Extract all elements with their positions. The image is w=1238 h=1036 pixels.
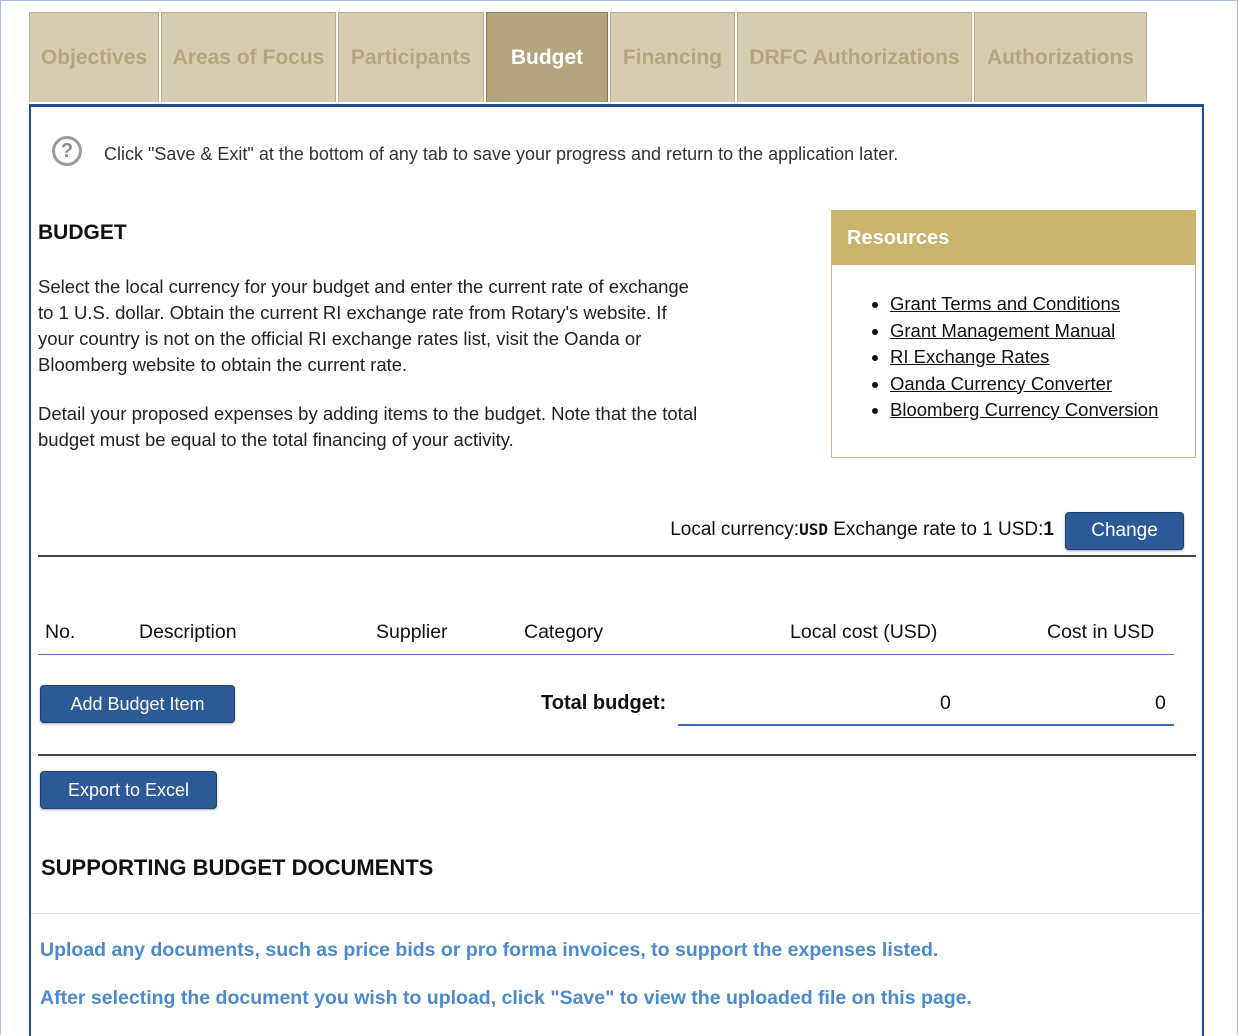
bloomberg-conversion-link[interactable]: Bloomberg Currency Conversion bbox=[890, 399, 1158, 420]
divider bbox=[38, 555, 1196, 557]
total-local-cost: 0 bbox=[940, 692, 951, 714]
divider bbox=[31, 913, 1201, 914]
total-underline bbox=[678, 724, 1174, 726]
tab-financing[interactable]: Financing bbox=[610, 12, 735, 102]
resources-list-item: RI Exchange Rates bbox=[890, 344, 1195, 371]
save-instructions: After selecting the document you wish to… bbox=[40, 987, 972, 1009]
tab-drfc-authorizations[interactable]: DRFC Authorizations bbox=[737, 12, 972, 102]
exchange-rate-label: Exchange rate to 1 USD: bbox=[827, 519, 1044, 540]
tab-areas-of-focus[interactable]: Areas of Focus bbox=[161, 12, 336, 102]
tab-participants[interactable]: Participants bbox=[338, 12, 484, 102]
total-cost-usd: 0 bbox=[1155, 692, 1166, 714]
total-budget-label: Total budget: bbox=[541, 692, 667, 714]
budget-instructions-line: your country is not on the official RI e… bbox=[38, 328, 642, 349]
oanda-converter-link[interactable]: Oanda Currency Converter bbox=[890, 373, 1112, 394]
question-circle-icon[interactable]: ? bbox=[52, 136, 82, 166]
budget-instructions-line: Bloomberg website to obtain the current … bbox=[38, 354, 408, 375]
tab-objectives[interactable]: Objectives bbox=[29, 12, 159, 102]
table-header-rule bbox=[38, 654, 1174, 655]
budget-expenses-note: Detail your proposed expenses by adding … bbox=[38, 401, 818, 453]
grant-terms-link[interactable]: Grant Terms and Conditions bbox=[890, 293, 1120, 314]
add-budget-item-button[interactable]: Add Budget Item bbox=[40, 685, 235, 723]
column-header-supplier: Supplier bbox=[376, 621, 448, 643]
exchange-rate-value: 1 bbox=[1043, 519, 1054, 540]
tab-bar: Objectives Areas of Focus Participants B… bbox=[29, 12, 1149, 104]
export-to-excel-button[interactable]: Export to Excel bbox=[40, 771, 217, 809]
ri-exchange-rates-link[interactable]: RI Exchange Rates bbox=[890, 346, 1049, 367]
budget-instructions-line: Select the local currency for your budge… bbox=[38, 276, 689, 297]
budget-heading: BUDGET bbox=[38, 221, 127, 244]
resources-title: Resources bbox=[832, 211, 1195, 265]
column-header-cost-usd: Cost in USD bbox=[1047, 621, 1155, 643]
divider bbox=[38, 754, 1196, 756]
tab-authorizations[interactable]: Authorizations bbox=[974, 12, 1147, 102]
change-currency-button[interactable]: Change bbox=[1065, 512, 1184, 550]
budget-instructions-line: to 1 U.S. dollar. Obtain the current RI … bbox=[38, 302, 667, 323]
local-currency-value: USD bbox=[799, 520, 828, 539]
tab-budget[interactable]: Budget bbox=[486, 12, 608, 102]
resources-list-item: Grant Management Manual bbox=[890, 318, 1195, 345]
column-header-local-cost: Local cost (USD) bbox=[790, 621, 938, 643]
resources-list-item: Grant Terms and Conditions bbox=[890, 291, 1195, 318]
resources-list-item: Oanda Currency Converter bbox=[890, 371, 1195, 398]
column-header-no: No. bbox=[45, 621, 76, 643]
local-currency-label: Local currency: bbox=[670, 519, 800, 540]
budget-expenses-line: Detail your proposed expenses by adding … bbox=[38, 403, 698, 424]
resources-list: Grant Terms and Conditions Grant Managem… bbox=[832, 291, 1195, 424]
currency-summary: Local currency:USD Exchange rate to 1 US… bbox=[670, 519, 1054, 541]
supporting-documents-heading: SUPPORTING BUDGET DOCUMENTS bbox=[41, 855, 434, 880]
grant-management-manual-link[interactable]: Grant Management Manual bbox=[890, 320, 1115, 341]
resources-list-item: Bloomberg Currency Conversion bbox=[890, 397, 1195, 424]
column-header-category: Category bbox=[524, 621, 604, 643]
upload-instructions: Upload any documents, such as price bids… bbox=[40, 939, 939, 961]
save-exit-hint: Click "Save & Exit" at the bottom of any… bbox=[104, 144, 899, 164]
budget-instructions: Select the local currency for your budge… bbox=[38, 274, 818, 378]
budget-expenses-line: budget must be equal to the total financ… bbox=[38, 429, 514, 450]
column-header-description: Description bbox=[139, 621, 237, 643]
resources-box: Resources Grant Terms and Conditions Gra… bbox=[831, 210, 1196, 458]
